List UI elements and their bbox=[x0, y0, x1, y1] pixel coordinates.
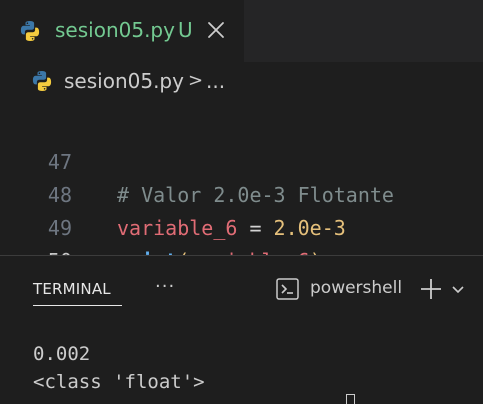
line-number: 50 bbox=[42, 245, 72, 255]
active-tab-indicator bbox=[33, 305, 122, 306]
code-line: 47 # Valor 2.0e-3 Flotante bbox=[0, 113, 483, 207]
python-icon bbox=[18, 19, 42, 47]
tab-label: sesion05.py bbox=[55, 18, 175, 42]
shell-selector[interactable]: powershell bbox=[310, 278, 402, 298]
terminal-line: <class 'float'> bbox=[33, 371, 205, 393]
terminal-output[interactable]: 0.002 <class 'float'> bbox=[0, 316, 483, 404]
tab-sesion05[interactable]: sesion05.py U bbox=[0, 0, 244, 62]
terminal-icon[interactable] bbox=[275, 276, 301, 306]
python-icon bbox=[30, 69, 54, 97]
breadcrumb-file[interactable]: sesion05.py bbox=[64, 69, 184, 93]
terminal-line: 0.002 bbox=[33, 343, 91, 365]
tab-terminal[interactable]: TERMINAL bbox=[33, 280, 111, 298]
close-icon[interactable] bbox=[206, 20, 226, 40]
breadcrumb-more[interactable]: ... bbox=[206, 69, 225, 93]
panel-header: TERMINAL ··· powershell bbox=[0, 256, 483, 316]
tab-bar: sesion05.py U bbox=[0, 0, 483, 62]
plus-icon[interactable] bbox=[419, 277, 443, 305]
chevron-down-icon[interactable] bbox=[451, 282, 465, 301]
code-line: 49 print(variable_6) bbox=[0, 179, 483, 255]
code-editor[interactable]: 47 # Valor 2.0e-3 Flotante 48 variable_6… bbox=[0, 100, 483, 255]
breadcrumb: sesion05.py > ... bbox=[0, 62, 483, 100]
untracked-status-badge: U bbox=[178, 18, 193, 42]
code-line-active: 50 print ( type (variable_6) ) bbox=[0, 212, 483, 255]
more-icon[interactable]: ··· bbox=[155, 276, 175, 297]
chevron-right-icon: > bbox=[188, 70, 204, 91]
code-line: 48 variable_6 = 2.0e-3 bbox=[0, 146, 483, 240]
terminal-cursor bbox=[346, 394, 355, 404]
